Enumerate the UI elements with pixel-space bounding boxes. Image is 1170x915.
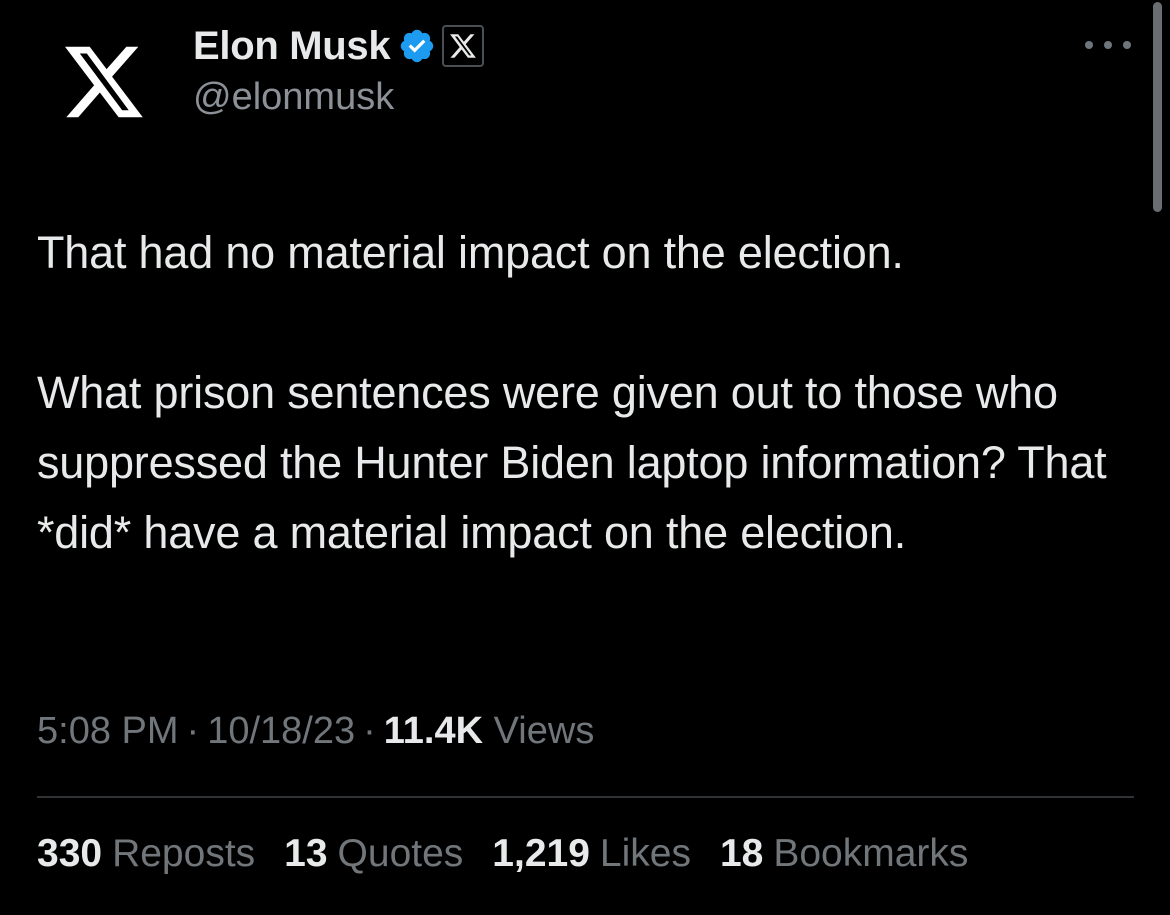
bookmarks-stat[interactable]: 18 Bookmarks <box>720 832 968 876</box>
separator: · <box>186 710 200 752</box>
engagement-stats: 330 Reposts 13 Quotes 1,219 Likes 18 Bookmar… <box>37 832 997 876</box>
scrollbar[interactable] <box>1153 2 1162 212</box>
views-count: 11.4K <box>383 710 484 752</box>
tweet-paragraph: What prison sentences were given out to … <box>37 367 1107 558</box>
tweet-time[interactable]: 5:08 PM <box>37 710 179 752</box>
author-display-name[interactable]: Elon Musk <box>193 24 391 69</box>
tweet-paragraph: That had no material impact on the elect… <box>37 227 904 278</box>
verified-badge-icon[interactable] <box>398 27 436 65</box>
tweet-date[interactable]: 10/18/23 <box>207 710 355 752</box>
more-options-icon[interactable] <box>1085 30 1131 60</box>
likes-count: 1,219 <box>492 832 590 875</box>
quotes-stat[interactable]: 13 Quotes <box>284 832 463 876</box>
reposts-label: Reposts <box>112 832 256 875</box>
avatar[interactable] <box>36 14 172 150</box>
dot <box>1104 41 1112 49</box>
reposts-stat[interactable]: 330 Reposts <box>37 832 255 876</box>
author-name-row: Elon Musk <box>193 20 485 72</box>
quotes-label: Quotes <box>337 832 464 875</box>
divider <box>37 796 1134 798</box>
separator: · <box>363 710 376 752</box>
quotes-count: 13 <box>284 832 328 875</box>
bookmarks-label: Bookmarks <box>773 832 969 875</box>
views-label: Views <box>493 710 595 752</box>
reposts-count: 330 <box>37 832 103 875</box>
tweet-text: That had no material impact on the elect… <box>37 218 1137 568</box>
tweet-meta: 5:08 PM · 10/18/23 · 11.4K Views <box>37 710 594 753</box>
affiliation-badge[interactable] <box>442 25 485 67</box>
likes-label: Likes <box>599 832 691 875</box>
x-logo-icon <box>450 34 477 58</box>
bookmarks-count: 18 <box>719 832 764 875</box>
dot <box>1123 41 1131 49</box>
likes-stat[interactable]: 1,219 Likes <box>492 832 691 876</box>
author-handle[interactable]: @elonmusk <box>193 76 394 119</box>
x-logo-icon <box>65 46 143 118</box>
dot <box>1085 41 1093 49</box>
